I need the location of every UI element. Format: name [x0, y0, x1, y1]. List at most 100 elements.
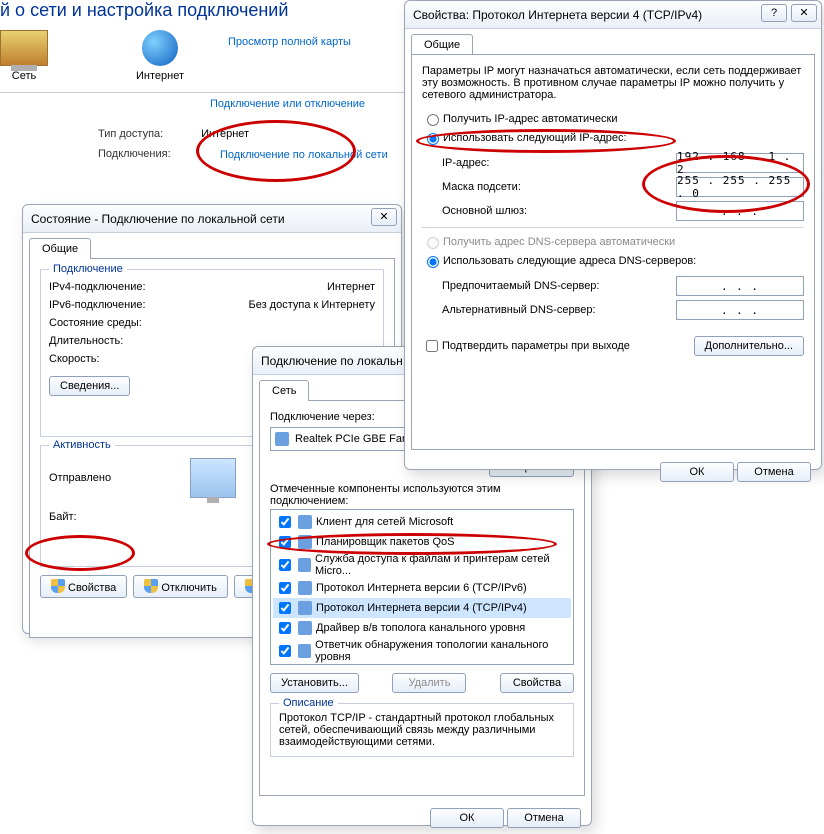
component-checkbox[interactable] — [279, 559, 291, 571]
validate-label: Подтвердить параметры при выходе — [442, 340, 630, 352]
tab-network[interactable]: Сеть — [259, 380, 309, 401]
shield-icon — [144, 579, 158, 593]
mask-label: Маска подсети: — [442, 181, 521, 193]
tab-general[interactable]: Общие — [411, 34, 473, 55]
ipv4-titlebar: Свойства: Протокол Интернета версии 4 (T… — [405, 1, 821, 29]
disable-button[interactable]: Отключить — [133, 575, 228, 598]
component-icon — [298, 601, 312, 615]
remove-button[interactable]: Удалить — [392, 673, 466, 693]
activity-monitor-icon — [190, 458, 236, 498]
component-label: Протокол Интернета версии 6 (TCP/IPv6) — [316, 582, 527, 594]
mask-input[interactable]: 255 . 255 . 255 . 0 — [676, 177, 804, 197]
node-net-label: Интернет — [136, 70, 184, 82]
dns2-label: Альтернативный DNS-сервер: — [442, 304, 596, 316]
install-button[interactable]: Установить... — [270, 673, 359, 693]
ok-button[interactable]: ОК — [430, 808, 504, 828]
component-label: Протокол Интернета версии 4 (TCP/IPv4) — [316, 602, 527, 614]
ipv4-intro-text: Параметры IP могут назначаться автоматич… — [422, 65, 804, 101]
component-checkbox[interactable] — [279, 622, 291, 634]
component-icon — [298, 535, 312, 549]
divider — [0, 92, 404, 93]
access-type-row: Тип доступа: Интернет — [98, 128, 249, 140]
bytes-label: Байт: — [49, 511, 77, 523]
component-label: Планировщик пакетов QoS — [316, 536, 455, 548]
node-internet: Интернет — [136, 30, 184, 82]
media-label: Состояние среды: — [49, 317, 142, 329]
connections-label: Подключения: — [98, 148, 198, 160]
connections-row: Подключения: — [98, 148, 198, 160]
component-label: Клиент для сетей Microsoft — [316, 516, 453, 528]
sent-label: Отправлено — [49, 472, 111, 484]
radio-auto-dns-label: Получить адрес DNS-сервера автоматически — [443, 236, 675, 248]
ipv6-value: Без доступа к Интернету — [248, 299, 375, 311]
close-icon[interactable]: ✕ — [791, 4, 817, 22]
gateway-input[interactable]: . . . — [676, 201, 804, 221]
properties-button[interactable]: Свойства — [40, 575, 127, 598]
ipv4-value: Интернет — [327, 281, 375, 293]
component-checkbox[interactable] — [279, 602, 291, 614]
list-item[interactable]: Клиент для сетей Microsoft — [273, 512, 571, 532]
component-icon — [298, 644, 311, 658]
node-this-pc: Сеть — [0, 30, 48, 82]
gateway-label: Основной шлюз: — [442, 205, 527, 217]
list-item[interactable]: Протокол Интернета версии 6 (TCP/IPv6) — [273, 578, 571, 598]
status-title-text: Состояние - Подключение по локальной сет… — [31, 212, 285, 226]
component-icon — [298, 581, 312, 595]
radio-static-ip-label: Использовать следующий IP-адрес: — [443, 132, 627, 144]
ip-input[interactable]: 192 . 168 . 1 . 2 — [676, 153, 804, 173]
component-checkbox[interactable] — [279, 516, 291, 528]
component-label: Драйвер в/в тополога канального уровня — [316, 622, 525, 634]
radio-auto-ip[interactable] — [427, 114, 439, 126]
dns1-input[interactable]: . . . — [676, 276, 804, 296]
component-checkbox[interactable] — [279, 582, 291, 594]
component-checkbox[interactable] — [279, 536, 291, 548]
globe-icon — [142, 30, 178, 66]
component-checkbox[interactable] — [279, 645, 291, 657]
component-icon — [298, 621, 312, 635]
close-icon[interactable]: ✕ — [371, 208, 397, 226]
connect-disconnect-link[interactable]: Подключение или отключение — [210, 98, 365, 110]
group-connection-title: Подключение — [49, 263, 127, 275]
components-list[interactable]: Клиент для сетей Microsoft Планировщик п… — [270, 509, 574, 665]
help-icon[interactable]: ? — [761, 4, 787, 22]
cancel-button[interactable]: Отмена — [507, 808, 581, 828]
radio-auto-ip-label: Получить IP-адрес автоматически — [443, 113, 617, 125]
radio-static-dns-label: Использовать следующие адреса DNS-сервер… — [443, 255, 696, 267]
ok-button[interactable]: ОК — [660, 462, 734, 482]
list-item[interactable]: Служба доступа к файлам и принтерам сете… — [273, 552, 571, 578]
dns1-label: Предпочитаемый DNS-сервер: — [442, 280, 599, 292]
ip-label: IP-адрес: — [442, 157, 489, 169]
list-item[interactable]: Ответчик обнаружения топологии канальног… — [273, 638, 571, 664]
list-item-tcpip4[interactable]: Протокол Интернета версии 4 (TCP/IPv4) — [273, 598, 571, 618]
view-full-map-link[interactable]: Просмотр полной карты — [228, 36, 351, 48]
status-titlebar: Состояние - Подключение по локальной сет… — [23, 205, 401, 233]
details-button[interactable]: Сведения... — [49, 376, 130, 396]
validate-checkbox[interactable] — [426, 340, 438, 352]
group-activity-title: Активность — [49, 439, 115, 451]
radio-static-dns[interactable] — [427, 256, 439, 268]
access-type-value: Интернет — [201, 128, 249, 140]
pc-icon — [0, 30, 48, 66]
node-pc-label: Сеть — [12, 70, 36, 82]
component-icon — [298, 515, 312, 529]
group-description-title: Описание — [279, 697, 338, 709]
advanced-button[interactable]: Дополнительно... — [694, 336, 804, 356]
ipv4-title-text: Свойства: Протокол Интернета версии 4 (T… — [413, 8, 702, 22]
lan-connection-link[interactable]: Подключение по локальной сети — [220, 148, 388, 162]
component-properties-button[interactable]: Свойства — [500, 673, 574, 693]
list-item[interactable]: Планировщик пакетов QoS — [273, 532, 571, 552]
radio-static-ip[interactable] — [427, 133, 439, 145]
adapter-name: Realtek PCIe GBE Fam — [295, 433, 411, 445]
adapter-icon — [275, 432, 289, 446]
radio-auto-dns — [427, 237, 439, 249]
cancel-button[interactable]: Отмена — [737, 462, 811, 482]
component-label: Служба доступа к файлам и принтерам сете… — [315, 553, 569, 577]
dns2-input[interactable]: . . . — [676, 300, 804, 320]
component-label: Ответчик обнаружения топологии канальног… — [315, 639, 569, 663]
component-icon — [298, 558, 311, 572]
tab-general[interactable]: Общие — [29, 238, 91, 259]
ipv6-label: IPv6-подключение: — [49, 299, 146, 311]
description-text: Протокол TCP/IP - стандартный протокол г… — [279, 712, 565, 748]
list-item[interactable]: Драйвер в/в тополога канального уровня — [273, 618, 571, 638]
ipv4-label: IPv4-подключение: — [49, 281, 146, 293]
